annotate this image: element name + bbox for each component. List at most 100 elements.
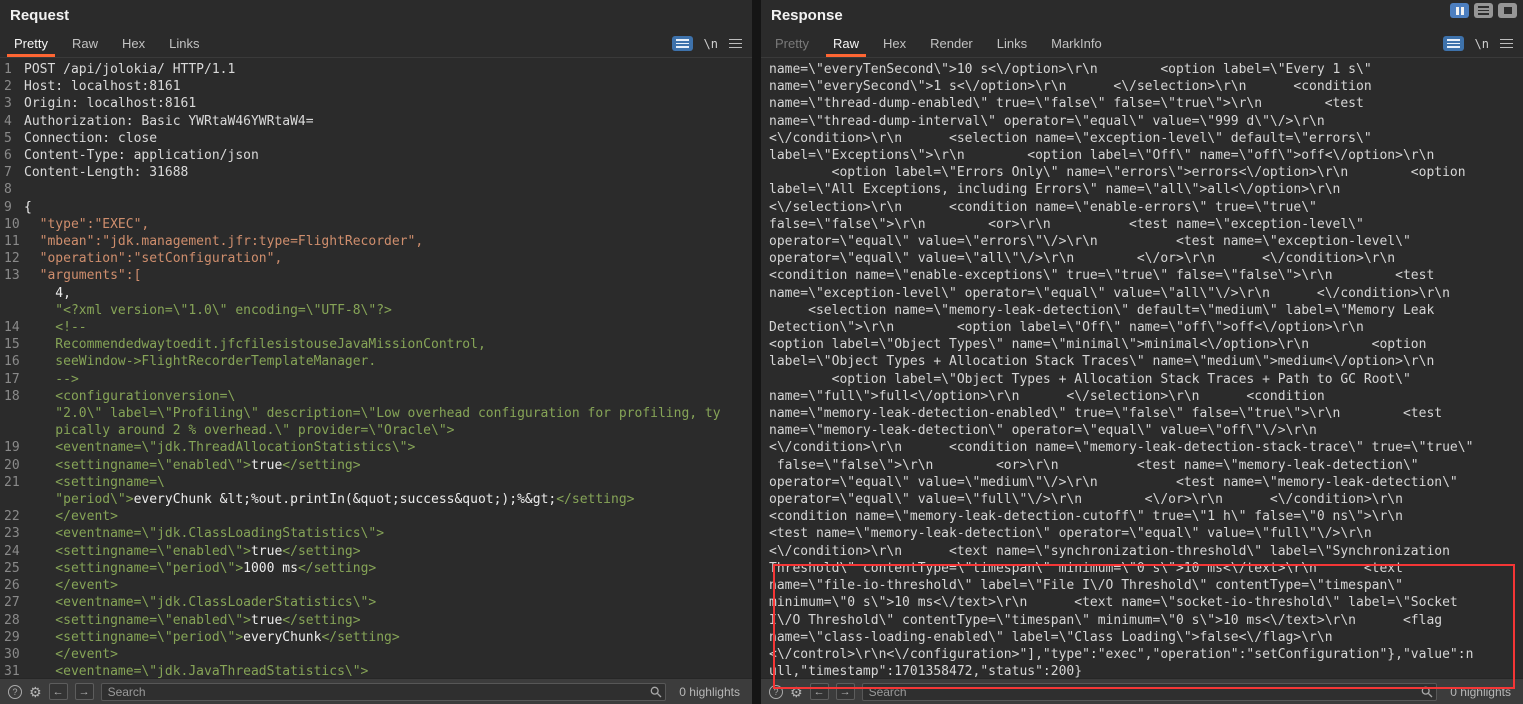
request-code-line: 24 <settingname=\"enabled\">true</settin… <box>0 543 752 560</box>
response-code-line: name=\"thread-dump-enabled\" true=\"fals… <box>761 95 1523 112</box>
line-number: 1 <box>0 61 24 78</box>
highlights-count: 0 highlights <box>1444 685 1515 699</box>
search-field-wrap <box>101 683 667 701</box>
response-code-line: Threshold\" contentType=\"timespan\" min… <box>761 560 1523 577</box>
request-code-line: 15 Recommendedwaytoedit.jfcfilesistouseJ… <box>0 336 752 353</box>
request-code-line: 3Origin: localhost:8161 <box>0 95 752 112</box>
response-viewer[interactable]: name=\"everyTenSecond\">10 s<\/option>\r… <box>761 58 1523 678</box>
layout-single-button[interactable] <box>1498 3 1517 18</box>
tab-links[interactable]: Links <box>157 30 211 57</box>
line-number: 15 <box>0 336 24 353</box>
response-tabs: PrettyRawHexRenderLinksMarkInfo <box>763 30 1114 57</box>
line-number: 24 <box>0 543 24 560</box>
request-code-line: 17 --> <box>0 371 752 388</box>
gear-icon[interactable]: ⚙ <box>790 685 803 699</box>
newline-toggle[interactable]: \n <box>704 37 718 51</box>
response-code-line: name=\"file-io-threshold\" label=\"File … <box>761 577 1523 594</box>
tab-pretty[interactable]: Pretty <box>763 30 821 57</box>
response-code-line: false=\"false\">\r\n <or>\r\n <test name… <box>761 457 1523 474</box>
request-code-line: 4, <box>0 285 752 302</box>
request-code-line: 13 "arguments":[ <box>0 267 752 284</box>
line-number: 29 <box>0 629 24 646</box>
next-match-button[interactable]: → <box>836 683 855 700</box>
request-code-line: 26 </event> <box>0 577 752 594</box>
line-number: 5 <box>0 130 24 147</box>
tab-hex[interactable]: Hex <box>110 30 157 57</box>
response-code-line: <\/condition>\r\n <selection name=\"exce… <box>761 130 1523 147</box>
request-code-line: 29 <settingname=\"period\">everyChunk</s… <box>0 629 752 646</box>
newline-toggle[interactable]: \n <box>1475 37 1489 51</box>
tab-links[interactable]: Links <box>985 30 1039 57</box>
layout-columns-button[interactable] <box>1450 3 1469 18</box>
tab-render[interactable]: Render <box>918 30 985 57</box>
search-input[interactable] <box>101 683 667 701</box>
request-code-line: 31 <eventname=\"jdk.JavaThreadStatistics… <box>0 663 752 678</box>
response-code-line: name=\"full\">full<\/option>\r\n <\/sele… <box>761 388 1523 405</box>
help-icon[interactable]: ? <box>8 685 22 699</box>
response-code-line: label=\"Exceptions\">\r\n <option label=… <box>761 147 1523 164</box>
response-code-line: operator=\"equal\" value=\"all\"\/>\r\n … <box>761 250 1523 267</box>
request-code-line: 20 <settingname=\"enabled\">true</settin… <box>0 457 752 474</box>
response-code-line: operator=\"equal\" value=\"medium\"\/>\r… <box>761 474 1523 491</box>
request-tabs: PrettyRawHexLinks <box>2 30 211 57</box>
prev-match-button[interactable]: ← <box>810 683 829 700</box>
line-number: 19 <box>0 439 24 456</box>
response-code-line: minimum=\"0 s\">10 ms<\/text>\r\n <text … <box>761 594 1523 611</box>
request-code-line: 22 </event> <box>0 508 752 525</box>
word-wrap-icon[interactable] <box>672 36 693 51</box>
line-number: 9 <box>0 199 24 216</box>
request-code-line: 23 <eventname=\"jdk.ClassLoadingStatisti… <box>0 525 752 542</box>
request-code-line: 7Content-Length: 31688 <box>0 164 752 181</box>
tab-hex[interactable]: Hex <box>871 30 918 57</box>
line-number: 6 <box>0 147 24 164</box>
line-number: 2 <box>0 78 24 95</box>
tab-pretty[interactable]: Pretty <box>2 30 60 57</box>
gear-icon[interactable]: ⚙ <box>29 685 42 699</box>
response-header: Response <box>761 0 1523 30</box>
response-code-line: operator=\"equal\" value=\"full\"\/>\r\n… <box>761 491 1523 508</box>
menu-icon[interactable] <box>1500 39 1513 49</box>
request-code-line: 27 <eventname=\"jdk.ClassLoaderStatistic… <box>0 594 752 611</box>
response-code-line: <test name=\"memory-leak-detection\" ope… <box>761 525 1523 542</box>
tab-markinfo[interactable]: MarkInfo <box>1039 30 1114 57</box>
response-code-line: <\/selection>\r\n <condition name=\"enab… <box>761 199 1523 216</box>
response-title: Response <box>771 7 843 24</box>
search-input[interactable] <box>862 683 1438 701</box>
response-code-line: label=\"Object Types + Allocation Stack … <box>761 353 1523 370</box>
line-number: 31 <box>0 663 24 678</box>
line-number <box>0 285 24 302</box>
line-number: 22 <box>0 508 24 525</box>
request-code-line: 6Content-Type: application/json <box>0 147 752 164</box>
layout-buttons <box>1450 3 1517 18</box>
request-panel: Request PrettyRawHexLinks \n 1POST /api/… <box>0 0 752 704</box>
word-wrap-icon[interactable] <box>1443 36 1464 51</box>
highlights-count: 0 highlights <box>673 685 744 699</box>
request-code-line: 30 </event> <box>0 646 752 663</box>
response-code-line: <\/condition>\r\n <condition name=\"memo… <box>761 439 1523 456</box>
response-code-line: <selection name=\"memory-leak-detection\… <box>761 302 1523 319</box>
request-code-line: 28 <settingname=\"enabled\">true</settin… <box>0 612 752 629</box>
request-code-line: 21 <settingname=\ <box>0 474 752 491</box>
tab-raw[interactable]: Raw <box>60 30 110 57</box>
tab-raw[interactable]: Raw <box>821 30 871 57</box>
prev-match-button[interactable]: ← <box>49 683 68 700</box>
response-panel: Response PrettyRawHexRenderLinksMarkInfo… <box>761 0 1523 704</box>
repeater-workspace: Request PrettyRawHexLinks \n 1POST /api/… <box>0 0 1523 704</box>
request-searchbar: ? ⚙ ← → 0 highlights <box>0 678 752 704</box>
request-editor[interactable]: 1POST /api/jolokia/ HTTP/1.12Host: local… <box>0 58 752 678</box>
line-number: 8 <box>0 181 24 198</box>
line-number: 7 <box>0 164 24 181</box>
next-match-button[interactable]: → <box>75 683 94 700</box>
request-code-line: pically around 2 % overhead.\" provider=… <box>0 422 752 439</box>
response-code-line: name=\"exception-level\" operator=\"equa… <box>761 285 1523 302</box>
request-code-line: 10 "type":"EXEC", <box>0 216 752 233</box>
line-number: 21 <box>0 474 24 491</box>
response-code-line: <\/control>\r\n<\/configuration>"],"type… <box>761 646 1523 663</box>
request-title: Request <box>10 7 69 24</box>
request-code-line: 1POST /api/jolokia/ HTTP/1.1 <box>0 61 752 78</box>
layout-rows-button[interactable] <box>1474 3 1493 18</box>
response-code-line: operator=\"equal\" value=\"errors\"\/>\r… <box>761 233 1523 250</box>
line-number <box>0 491 24 508</box>
menu-icon[interactable] <box>729 39 742 49</box>
help-icon[interactable]: ? <box>769 685 783 699</box>
